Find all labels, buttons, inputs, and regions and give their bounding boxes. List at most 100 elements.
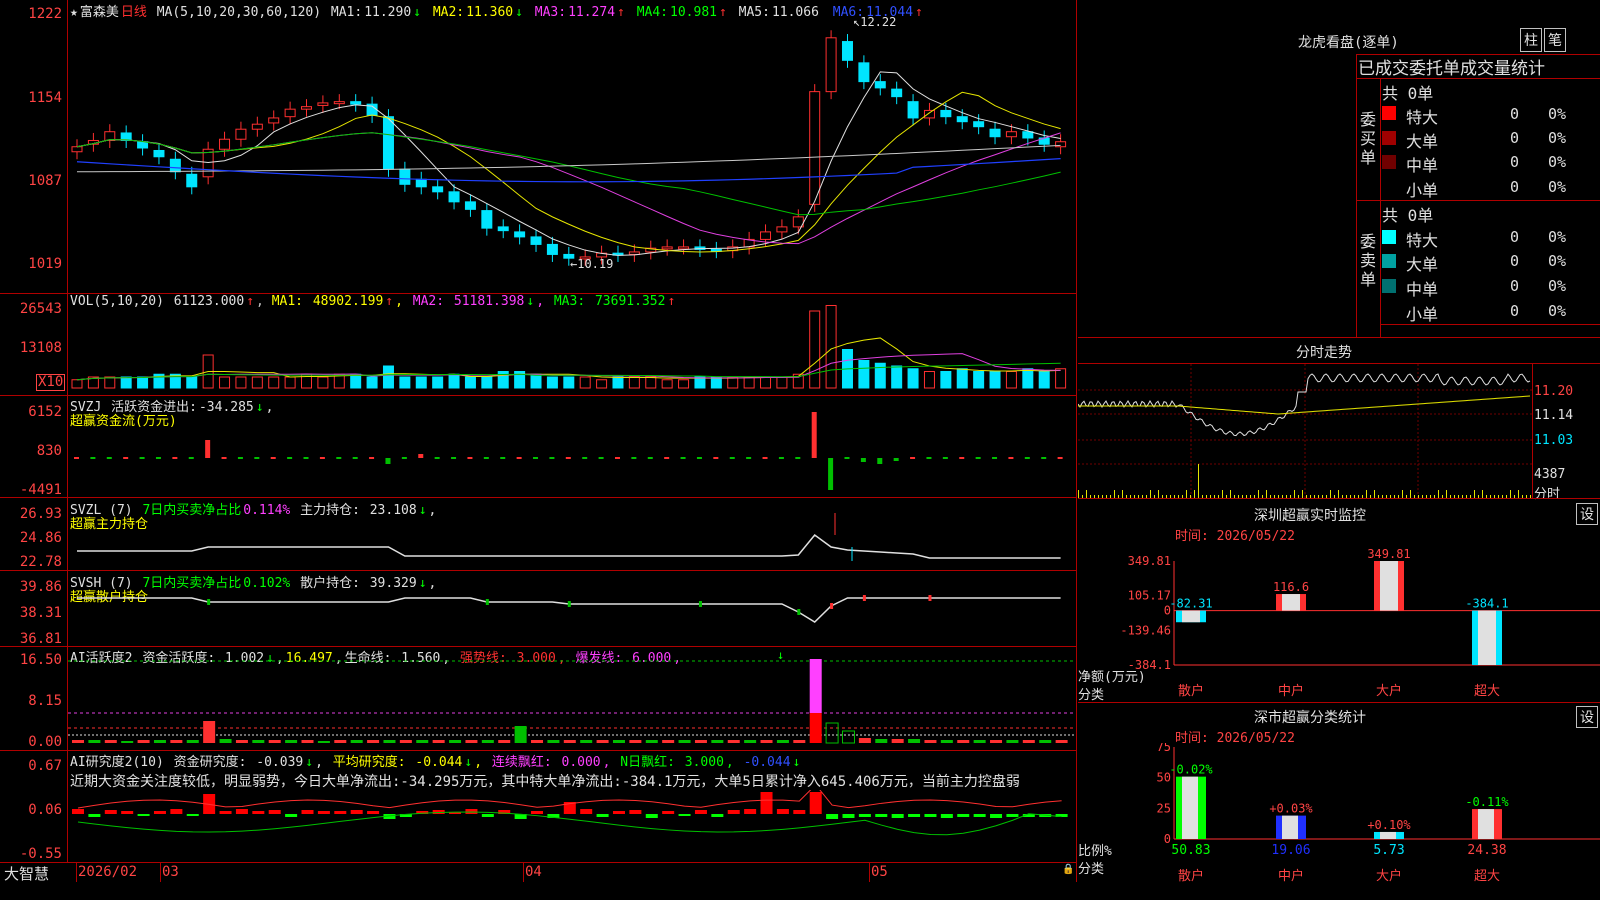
intraday-vol-bar <box>1482 490 1483 498</box>
intraday-vol-bar <box>1266 490 1267 498</box>
main-holding-chart[interactable] <box>68 499 1076 569</box>
classify-bar: -0.02% 50.83 散户 <box>1169 763 1213 883</box>
candle <box>382 116 394 170</box>
intraday-vol: 4387 <box>1534 467 1566 482</box>
price-axis-1: 1154 <box>28 90 62 106</box>
candle <box>661 246 673 250</box>
fund-bar <box>877 458 883 464</box>
research-bar <box>350 810 363 814</box>
research-chart[interactable] <box>68 790 1076 862</box>
activity-bar <box>1055 740 1068 743</box>
fund-bar <box>795 457 801 459</box>
intraday-vol-bar <box>1330 490 1331 498</box>
buy-side-label: 委买单 <box>1360 110 1377 167</box>
intraday-vol-bar <box>1438 490 1439 498</box>
fund-bar <box>696 457 702 459</box>
lhb-tab[interactable]: 已成交委托单成交量统计 <box>1358 54 1545 79</box>
volume-bar <box>530 373 542 389</box>
volume-bar <box>579 376 591 389</box>
tick-view-button[interactable]: 笔 <box>1544 28 1566 52</box>
candle <box>776 226 788 233</box>
classify-change-label: +0.10% <box>1367 818 1411 832</box>
activity-bar <box>858 738 871 743</box>
volume-bar <box>251 376 263 389</box>
research-bar <box>760 792 773 814</box>
volume-bar <box>137 376 149 389</box>
volume-bar <box>284 376 296 389</box>
classify-settings-button[interactable]: 设 <box>1576 706 1598 728</box>
research-bar <box>481 814 494 817</box>
volume-bar <box>825 305 837 389</box>
fund-bar <box>860 458 866 462</box>
date-label-1: 03 <box>162 864 179 880</box>
candle <box>809 91 821 205</box>
fund-bar <box>287 457 293 459</box>
fund-flow-chart[interactable] <box>68 396 1076 496</box>
fund-bar <box>959 457 965 459</box>
intraday-vol-bar <box>1122 490 1123 498</box>
activity-bar <box>1039 740 1052 743</box>
monitor-bar-label: -82.31 <box>1169 597 1212 611</box>
classify-bar-inner <box>1182 776 1198 839</box>
activity-bar <box>449 740 462 743</box>
monitor-settings-button[interactable]: 设 <box>1576 503 1598 525</box>
research-bar <box>875 814 888 817</box>
fund-bar <box>992 457 998 459</box>
lhb-panel: 龙虎看盘(逐单) 柱 笔 已成交委托单成交量统计 委买单 共 0单 特大 0 0… <box>1078 0 1600 338</box>
activity-bar <box>793 740 806 743</box>
volume-bar <box>678 379 690 389</box>
candlestick-chart[interactable]: ↖12.22 ←10.19 <box>68 14 1076 292</box>
ratio-chart[interactable]: 7550250 -0.02%50.83散户+0.03%19.06中户+0.10%… <box>1078 743 1600 883</box>
intraday-vol-bar <box>1446 490 1447 498</box>
holding-tick <box>698 601 702 607</box>
fund-bar <box>303 457 309 459</box>
activity-bar <box>629 740 642 743</box>
fund-bar <box>828 458 834 490</box>
intraday-panel[interactable]: 分时走势 11.20 11.14 11.03 4387 分时 <box>1078 338 1600 502</box>
activity-bar <box>727 740 740 743</box>
volume-bar <box>71 379 83 389</box>
activity-bar <box>744 740 757 743</box>
fund-bar <box>369 457 375 459</box>
volume-bar <box>858 360 870 389</box>
volume-bar <box>923 371 935 389</box>
activity-chart[interactable]: ↓ <box>68 647 1076 750</box>
volume-bar <box>661 379 673 389</box>
activity-bar <box>350 740 363 743</box>
retail-holding-chart[interactable] <box>68 572 1076 646</box>
monitor-bar-inner <box>1478 610 1496 665</box>
research-bar <box>662 811 675 814</box>
monitor-bar-inner <box>1282 594 1300 611</box>
net-amount-chart[interactable]: 349.81105.170-139.46-384.1 -82.31散户116.6… <box>1078 543 1600 703</box>
svzl-axis-0: 26.93 <box>19 506 62 522</box>
fund-bar <box>1024 457 1030 459</box>
fund-bar <box>516 457 522 459</box>
candle <box>464 201 476 210</box>
bar-view-button[interactable]: 柱 <box>1520 28 1542 52</box>
research-bar <box>826 814 839 819</box>
activity-bar <box>875 739 888 743</box>
lock-icon[interactable]: 🔒 <box>1062 864 1074 875</box>
candle <box>432 186 444 193</box>
activity-bar <box>645 740 658 743</box>
research-bar <box>72 809 84 814</box>
candle <box>1022 131 1034 139</box>
volume-chart[interactable] <box>68 300 1076 394</box>
classify-change-label: -0.02% <box>1169 763 1213 777</box>
price-axis-0: 1222 <box>28 6 62 22</box>
activity-bar <box>317 741 330 743</box>
intraday-axis-1: 11.14 <box>1534 408 1574 423</box>
intraday-chart[interactable] <box>1078 364 1532 498</box>
ai2-header: AI研究度2(10) 资金研究度: -0.039 ↓, 平均研究度: -0.044… <box>70 755 801 770</box>
research-bar <box>645 814 658 818</box>
fund-bar <box>910 457 916 459</box>
research-bar <box>596 814 609 817</box>
classify-category-label: 散户 <box>1178 868 1204 883</box>
classify-value-label: 24.38 <box>1467 843 1506 858</box>
research-bar <box>678 814 691 816</box>
research-bar <box>612 811 625 814</box>
candle <box>956 116 968 123</box>
fund-bar <box>221 457 227 459</box>
candle <box>514 231 526 238</box>
fund-bar <box>336 457 342 459</box>
